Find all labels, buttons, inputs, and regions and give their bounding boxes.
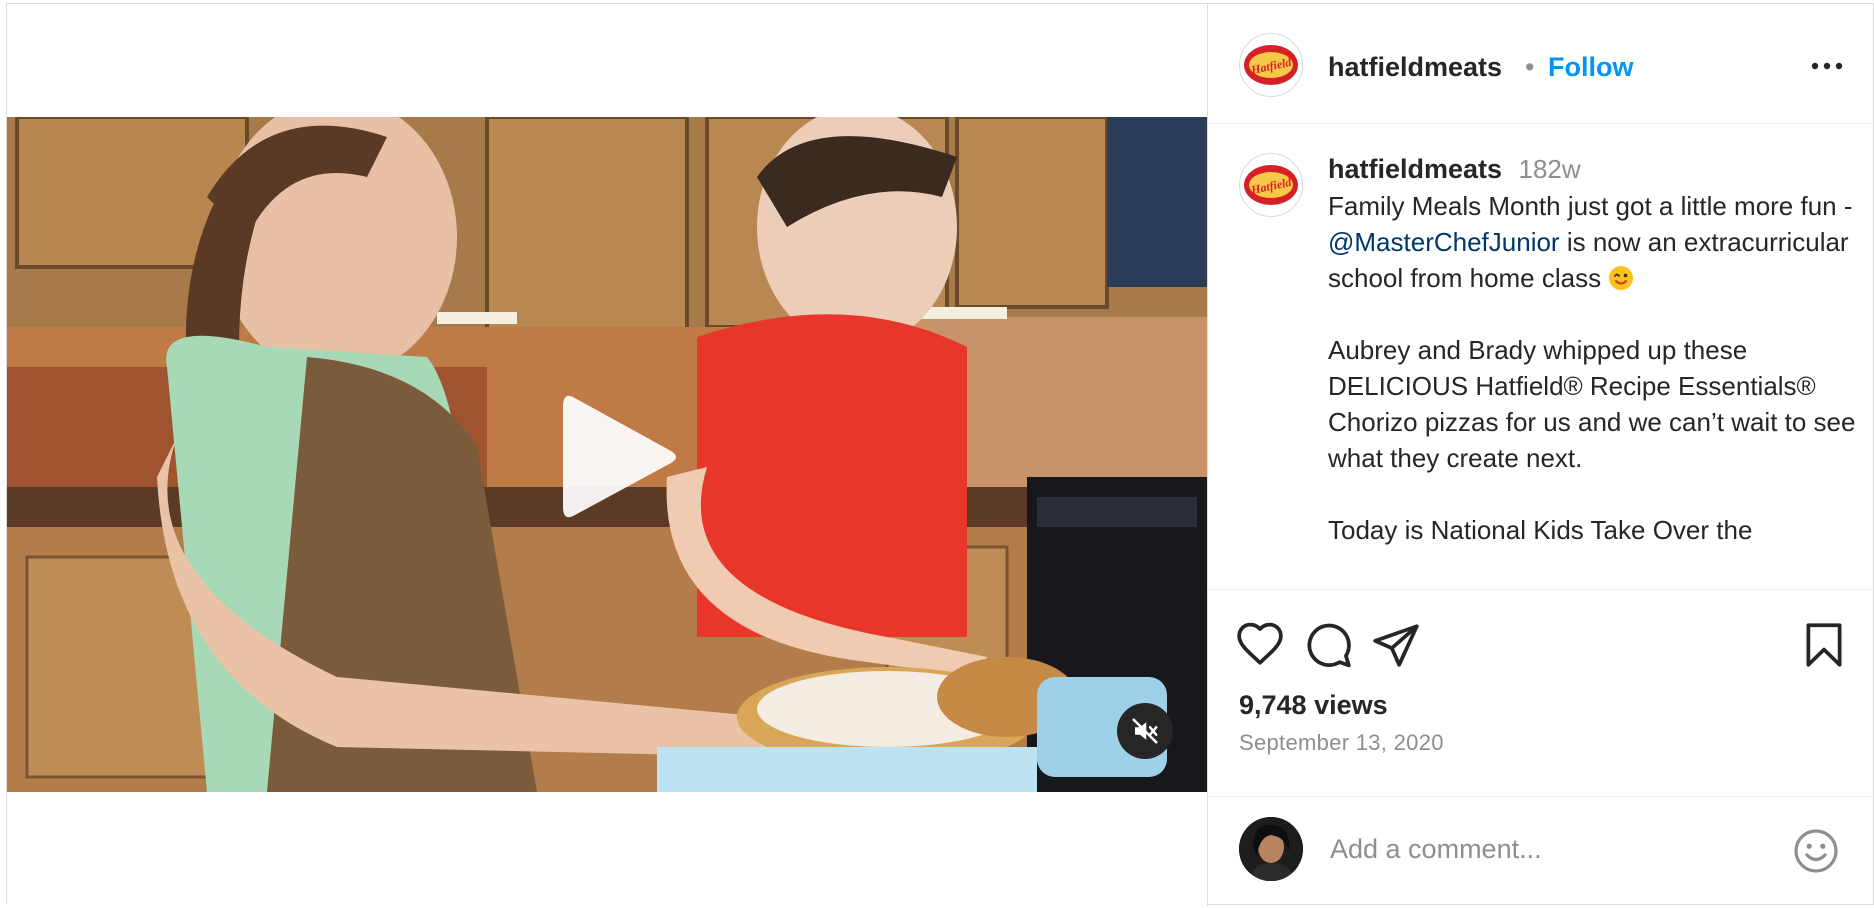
mention-link[interactable]: @MasterChefJunior [1328,227,1560,257]
post-date[interactable]: September 13, 2020 [1239,730,1444,756]
header-username[interactable]: hatfieldmeats [1328,52,1502,83]
caption-paragraph-2: Aubrey and Brady whipped up these DELICI… [1328,335,1856,473]
more-options-button[interactable] [1807,46,1847,86]
play-button[interactable] [553,387,683,527]
bookmark-icon[interactable] [1799,620,1849,670]
header-separator: • [1525,52,1535,82]
smiley-icon[interactable] [1792,827,1840,875]
post-details-panel: Hatfield hatfieldmeats • Follow Hatfield [1207,4,1873,906]
comment-icon[interactable] [1303,620,1353,670]
hatfield-logo: Hatfield [1244,165,1298,205]
view-count[interactable]: 9,748 views [1239,690,1388,721]
post-age[interactable]: 182w [1519,154,1581,184]
caption-paragraph-3: Today is National Kids Take Over the [1328,515,1753,545]
caption-paragraph-1: Family Meals Month just got a little mor… [1328,191,1853,293]
comment-bar [1207,796,1873,906]
caption-brand-avatar[interactable]: Hatfield [1239,153,1303,217]
paper-plane-icon[interactable] [1371,620,1421,670]
user-photo [1239,817,1303,881]
caption-text: Family Meals Month just got a little mor… [1328,188,1858,548]
speaker-muted-icon [1132,718,1158,744]
play-icon [563,395,676,518]
follow-button[interactable]: Follow [1548,52,1633,83]
action-bar [1207,590,1873,668]
caption-section: Hatfield hatfieldmeats 182w Family Meals… [1207,124,1873,590]
hatfield-logo: Hatfield [1244,45,1298,85]
media-area [7,4,1208,906]
post-video[interactable] [7,117,1207,792]
current-user-avatar [1239,817,1303,881]
winking-face-emoji [1609,266,1634,290]
comment-input[interactable] [1328,825,1772,873]
more-options-icon [1811,62,1843,70]
caption-username[interactable]: hatfieldmeats [1328,154,1502,184]
post-header: Hatfield hatfieldmeats • Follow [1207,4,1873,124]
post-dialog: Hatfield hatfieldmeats • Follow Hatfield [6,3,1874,906]
brand-avatar[interactable]: Hatfield [1239,33,1303,97]
heart-icon[interactable] [1235,620,1285,670]
mute-button[interactable] [1117,703,1173,759]
caption-header: hatfieldmeats 182w [1328,154,1581,185]
